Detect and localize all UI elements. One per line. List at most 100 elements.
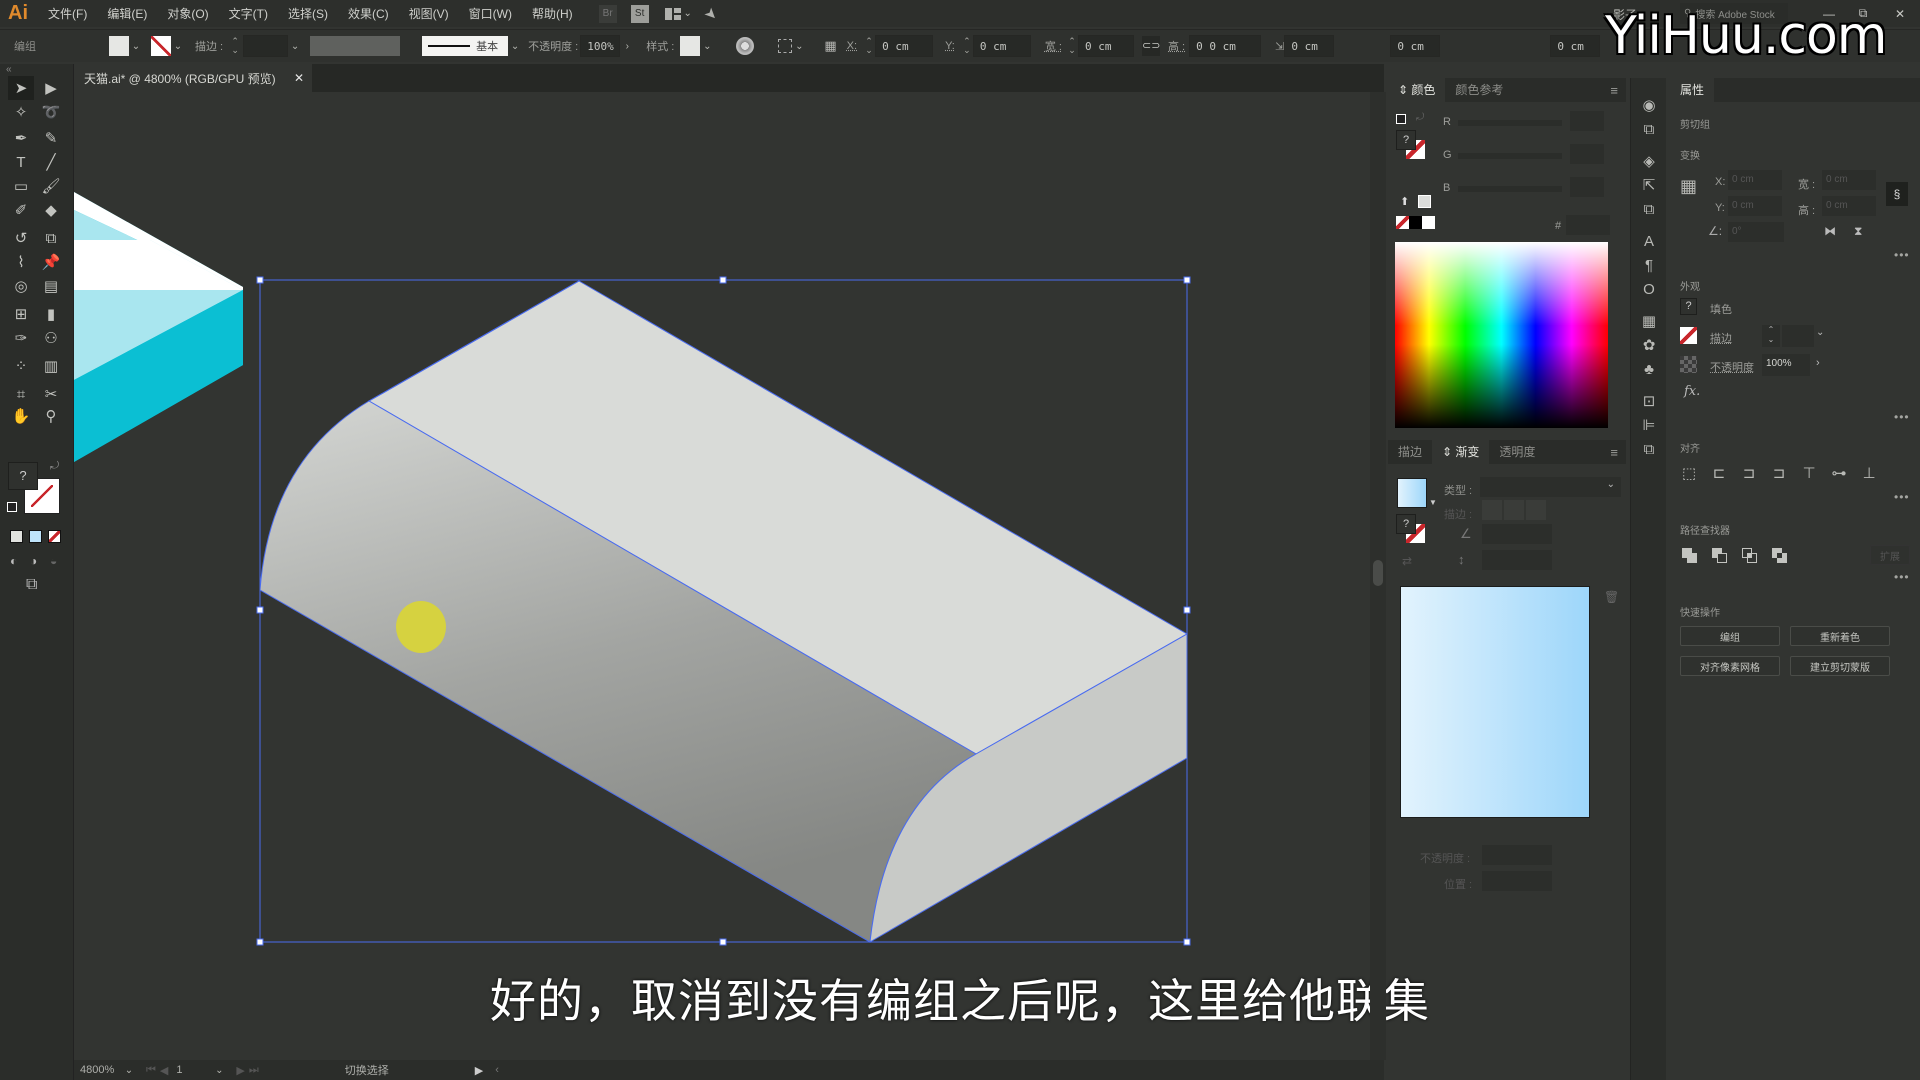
character-icon[interactable]: A — [1638, 230, 1660, 252]
menu-item-8[interactable]: 帮助(H) — [522, 5, 583, 22]
prev-artboard-icon[interactable]: ◀ — [160, 1064, 168, 1077]
opacity-label[interactable]: 不透明度 — [1710, 359, 1754, 375]
align-panel-icon[interactable]: ⊡ — [1638, 390, 1660, 412]
align-to-dropdown[interactable]: ⌄ — [792, 41, 806, 52]
workspace-layout-icon[interactable] — [664, 7, 681, 20]
rotate-tool-icon[interactable]: ↺ — [8, 226, 34, 250]
shaper-tool-icon[interactable]: ✐ — [8, 198, 34, 222]
shape-resize-icon[interactable]: ⇲ — [1275, 40, 1284, 53]
make-clipping-mask-button[interactable]: 建立剪切蒙版 — [1790, 656, 1890, 676]
unite-icon[interactable] — [1682, 548, 1698, 564]
artboard-canvas[interactable] — [74, 92, 1370, 1060]
gradient-type-dropdown[interactable]: ⌄ — [1480, 477, 1621, 497]
transform-icon[interactable]: ⧉ — [1638, 198, 1660, 220]
tab-color-guide[interactable]: 颜色参考 — [1445, 78, 1513, 102]
w-field[interactable]: 0 cm — [1078, 35, 1134, 57]
fill-unknown-box[interactable]: ? — [1396, 514, 1416, 534]
scale-tool-icon[interactable]: ⧉ — [38, 226, 64, 250]
mesh-tool-icon[interactable]: ⊞ — [8, 302, 34, 326]
reverse-gradient-icon[interactable]: ⇄ — [1402, 554, 1412, 568]
gradient-preview-swatch[interactable] — [1397, 478, 1427, 508]
fill-dropdown[interactable]: ⌄ — [129, 41, 143, 52]
cyan-striped-block[interactable] — [74, 192, 243, 462]
g-slider[interactable] — [1458, 153, 1562, 159]
paintbrush-tool-icon[interactable]: 🖌 — [38, 174, 64, 198]
h-field[interactable]: 0 0 cm — [1189, 35, 1262, 57]
intersect-icon[interactable] — [1742, 548, 1758, 564]
line-segment-tool-icon[interactable]: ╱ — [38, 150, 64, 174]
exclude-icon[interactable] — [1772, 548, 1788, 564]
close-tab-icon[interactable]: ✕ — [294, 71, 304, 85]
paragraph-icon[interactable]: ¶ — [1638, 254, 1660, 276]
selection-tool-icon[interactable]: ➤ — [8, 76, 34, 100]
stroke-gradient-buttons[interactable] — [1482, 500, 1546, 520]
extra-field-2[interactable]: 0 cm — [1390, 35, 1441, 57]
zoom-tool-icon[interactable]: ⚲ — [38, 404, 64, 428]
gradient-tool-icon[interactable]: ▮ — [38, 302, 64, 326]
panel-menu-icon[interactable]: ≡ — [1610, 83, 1618, 98]
default-fill-stroke-icon[interactable] — [7, 502, 17, 512]
brush-dropdown[interactable]: ⌄ — [508, 41, 522, 52]
panel-menu-icon[interactable]: ≡ — [1610, 445, 1618, 460]
align-objects-icon[interactable]: ⊫ — [1638, 414, 1660, 436]
scrollbar-thumb[interactable] — [1373, 560, 1383, 586]
delete-stop-icon[interactable]: 🗑 — [1604, 590, 1619, 604]
color-spectrum[interactable] — [1395, 242, 1608, 428]
tab-properties[interactable]: 属性 — [1670, 78, 1715, 102]
stroke-swatch-none[interactable] — [151, 36, 171, 56]
artboards-icon[interactable]: ⧉ — [1638, 118, 1660, 140]
stroke-label[interactable]: 描边 — [1710, 330, 1732, 346]
menu-item-6[interactable]: 视图(V) — [399, 5, 459, 22]
menu-item-4[interactable]: 选择(S) — [278, 5, 338, 22]
stop-location-field[interactable] — [1482, 871, 1552, 891]
menu-item-0[interactable]: 文件(F) — [38, 5, 97, 22]
blend-tool-icon[interactable]: ⚇ — [38, 326, 64, 350]
document-tab[interactable]: 天猫.ai* @ 4800% (RGB/GPU 预览) ✕ — [74, 64, 312, 92]
recolor-artwork-icon[interactable] — [736, 37, 755, 55]
stroke-weight-dropdown[interactable]: ⌄ — [1816, 327, 1824, 338]
b-slider[interactable] — [1458, 186, 1562, 192]
white-swatch[interactable] — [1422, 216, 1435, 229]
warp-tool-icon[interactable]: ⌇ — [8, 250, 34, 274]
stroke-weight-stepper[interactable]: ⌃ ⌄ — [229, 37, 241, 55]
reference-point-icon[interactable]: ▦ — [1680, 176, 1697, 197]
magic-wand-tool-icon[interactable]: ✧ — [8, 100, 34, 124]
swap-fill-stroke-icon[interactable]: ⤾ — [50, 460, 59, 473]
perspective-grid-tool-icon[interactable]: ▤ — [38, 274, 64, 298]
hscroll-left-arrow[interactable]: ‹ — [495, 1064, 499, 1076]
last-artboard-icon[interactable]: ⏭ — [249, 1064, 259, 1077]
symbols-icon[interactable]: ♣ — [1638, 358, 1660, 380]
y-field[interactable]: 0 cm — [972, 35, 1031, 57]
gradient-preview-dropdown[interactable]: ▼ — [1429, 498, 1437, 507]
r-field[interactable] — [1570, 111, 1604, 131]
tab-gradient[interactable]: ⇕ 渐变 — [1432, 440, 1490, 464]
opacity-arrow[interactable]: › — [620, 41, 634, 52]
flip-horizontal-icon[interactable]: ⧓ — [1824, 224, 1836, 238]
next-artboard-icon[interactable]: ▶ — [236, 1064, 244, 1077]
x-field[interactable]: 0 cm — [1728, 170, 1782, 190]
menu-item-3[interactable]: 文字(T) — [219, 5, 278, 22]
vertical-align-bottom-icon[interactable]: ⊥ — [1858, 462, 1880, 484]
puppet-warp-tool-icon[interactable]: 📌 — [38, 250, 64, 274]
brush-definition[interactable]: 基本 — [422, 36, 509, 56]
h-field[interactable]: 0 cm — [1822, 196, 1876, 216]
direct-selection-tool-icon[interactable]: ▶ — [38, 76, 64, 100]
y-stepper[interactable]: ⌃ ⌄ — [961, 37, 973, 55]
gradient-ramp[interactable] — [1400, 586, 1590, 818]
w-stepper[interactable]: ⌃ ⌄ — [1066, 37, 1078, 55]
type-tool-icon[interactable]: T — [8, 150, 34, 174]
horizontal-align-right-icon[interactable]: ⊐ — [1768, 462, 1790, 484]
swatches-icon[interactable]: ▦ — [1638, 310, 1660, 332]
angle-field[interactable]: 0° — [1728, 222, 1784, 242]
opentype-icon[interactable]: O — [1638, 278, 1660, 300]
transform-more-button[interactable]: ••• — [1894, 248, 1910, 262]
stroke-weight-stepper[interactable]: ⌃ ⌄ — [1762, 325, 1780, 347]
stroke-dropdown[interactable]: ⌄ — [171, 41, 185, 52]
stroke-weight-dropdown[interactable]: ⌄ — [288, 41, 302, 52]
screen-mode-icon[interactable]: ⧉ — [26, 576, 37, 594]
tab-color[interactable]: ⇕ 颜色 — [1388, 78, 1446, 102]
export-icon[interactable]: ⇱ — [1638, 174, 1660, 196]
vertical-scrollbar[interactable] — [1370, 92, 1386, 1060]
hex-field[interactable] — [1566, 215, 1610, 235]
panel-collapse-icon[interactable]: « — [6, 64, 12, 75]
